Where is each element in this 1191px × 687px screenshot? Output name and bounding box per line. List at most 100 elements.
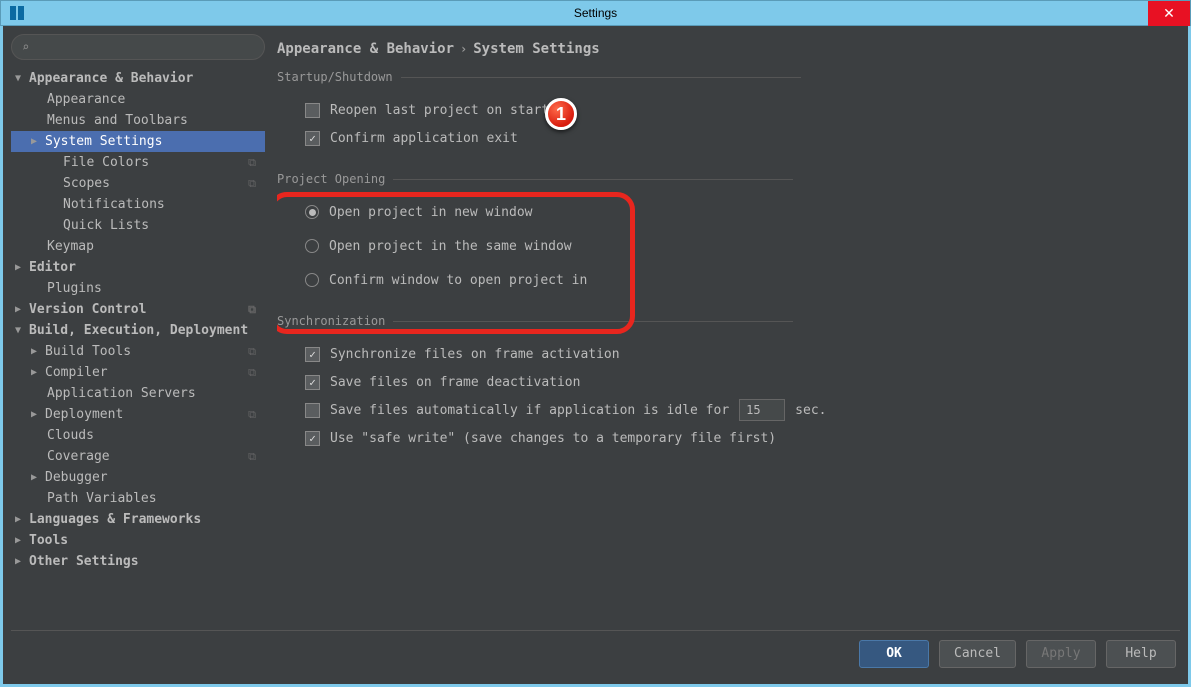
tree-item-label: Scopes bbox=[63, 176, 110, 191]
tree-item[interactable]: Quick Lists bbox=[11, 215, 265, 236]
ok-button[interactable]: OK bbox=[859, 640, 929, 668]
tree-item[interactable]: ▶Compiler⧉ bbox=[11, 362, 265, 383]
group-title-sync: Synchronization bbox=[277, 314, 1180, 328]
sidebar: ⌕ ▼Appearance & BehaviorAppearanceMenus … bbox=[11, 34, 265, 630]
tree-item-label: Appearance & Behavior bbox=[29, 71, 193, 86]
tree-item[interactable]: ▶Build Tools ⧉ bbox=[11, 341, 265, 362]
tree-item-label: Languages & Frameworks bbox=[29, 512, 201, 527]
tree-item[interactable]: Coverage ⧉ bbox=[11, 446, 265, 467]
project-scope-icon: ⧉ bbox=[245, 366, 259, 380]
tree-item-label: Other Settings bbox=[29, 554, 139, 569]
checkbox-label-post: sec. bbox=[795, 403, 826, 418]
tree-item-label: Coverage bbox=[47, 449, 110, 464]
group-title-project-opening: Project Opening bbox=[277, 172, 1180, 186]
breadcrumb-part: Appearance & Behavior bbox=[277, 41, 454, 57]
project-scope-icon: ⧉ bbox=[245, 303, 259, 317]
tree-arrow-icon: ▶ bbox=[31, 472, 45, 483]
checkbox-label: Synchronize files on frame activation bbox=[330, 347, 620, 362]
tree-item-label: Application Servers bbox=[47, 386, 196, 401]
tree-item-label: Deployment bbox=[45, 407, 123, 422]
tree-item-label: Quick Lists bbox=[63, 218, 149, 233]
tree-item[interactable]: Appearance bbox=[11, 89, 265, 110]
tree-item-label: Compiler bbox=[45, 365, 108, 380]
radio-label: Open project in the same window bbox=[329, 239, 572, 254]
checkbox-save-auto-idle[interactable] bbox=[305, 403, 320, 418]
breadcrumb-part: System Settings bbox=[473, 41, 599, 57]
window-title: Settings bbox=[574, 6, 617, 20]
apply-button[interactable]: Apply bbox=[1026, 640, 1096, 668]
project-scope-icon: ⧉ bbox=[245, 408, 259, 422]
group-title-startup: Startup/Shutdown bbox=[277, 70, 1180, 84]
radio-label: Confirm window to open project in bbox=[329, 273, 587, 288]
tree-item-label: Build Tools bbox=[45, 344, 131, 359]
tree-item-label: Path Variables bbox=[47, 491, 157, 506]
radio-label: Open project in new window bbox=[329, 205, 533, 220]
tree-item[interactable]: File Colors ⧉ bbox=[11, 152, 265, 173]
help-button[interactable]: Help bbox=[1106, 640, 1176, 668]
idle-seconds-input[interactable] bbox=[739, 399, 785, 421]
search-icon: ⌕ bbox=[22, 40, 29, 54]
project-scope-icon: ⧉ bbox=[245, 450, 259, 464]
tree-arrow-icon: ▼ bbox=[15, 325, 29, 336]
close-button[interactable]: ✕ bbox=[1148, 1, 1190, 26]
tree-item[interactable]: ▼Build, Execution, Deployment bbox=[11, 320, 265, 341]
tree-arrow-icon: ▶ bbox=[31, 346, 45, 357]
dialog-footer: OK Cancel Apply Help bbox=[11, 630, 1180, 676]
tree-item[interactable]: ▶Debugger bbox=[11, 467, 265, 488]
content-pane: Appearance & Behavior › System Settings … bbox=[277, 34, 1180, 630]
tree-arrow-icon: ▶ bbox=[31, 136, 45, 147]
app-logo-icon bbox=[7, 3, 27, 23]
tree-item[interactable]: ▶Languages & Frameworks bbox=[11, 509, 265, 530]
radio-open-new-window[interactable] bbox=[305, 205, 319, 219]
tree-item[interactable]: ▶Editor bbox=[11, 257, 265, 278]
breadcrumb: Appearance & Behavior › System Settings bbox=[277, 34, 1180, 64]
tree-item-label: Tools bbox=[29, 533, 68, 548]
checkbox-confirm-exit[interactable] bbox=[305, 131, 320, 146]
project-scope-icon: ⧉ bbox=[245, 156, 259, 170]
search-input[interactable] bbox=[35, 40, 254, 54]
tree-item-label: Debugger bbox=[45, 470, 108, 485]
search-field-wrap[interactable]: ⌕ bbox=[11, 34, 265, 60]
project-scope-icon: ⧉ bbox=[245, 177, 259, 191]
radio-confirm-window[interactable] bbox=[305, 273, 319, 287]
project-scope-icon: ⧉ bbox=[245, 345, 259, 359]
tree-item-label: Build, Execution, Deployment bbox=[29, 323, 248, 338]
tree-item[interactable]: Plugins bbox=[11, 278, 265, 299]
tree-arrow-icon: ▶ bbox=[15, 304, 29, 315]
tree-item[interactable]: ▶Deployment ⧉ bbox=[11, 404, 265, 425]
tree-item[interactable]: ▶Version Control ⧉ bbox=[11, 299, 265, 320]
tree-arrow-icon: ▶ bbox=[15, 262, 29, 273]
tree-item[interactable]: Path Variables bbox=[11, 488, 265, 509]
checkbox-sync-files[interactable] bbox=[305, 347, 320, 362]
tree-item[interactable]: ▼Appearance & Behavior bbox=[11, 68, 265, 89]
tree-item[interactable]: Application Servers bbox=[11, 383, 265, 404]
tree-item-label: Editor bbox=[29, 260, 76, 275]
tree-item[interactable]: ▶Other Settings bbox=[11, 551, 265, 572]
tree-arrow-icon: ▶ bbox=[15, 514, 29, 525]
checkbox-label: Save files automatically if application … bbox=[330, 403, 729, 418]
tree-item-label: Plugins bbox=[47, 281, 102, 296]
tree-item-label: Keymap bbox=[47, 239, 94, 254]
checkbox-reopen-last-project[interactable] bbox=[305, 103, 320, 118]
tree-item[interactable]: Menus and Toolbars bbox=[11, 110, 265, 131]
tree-item[interactable]: Keymap bbox=[11, 236, 265, 257]
tree-item-label: Menus and Toolbars bbox=[47, 113, 188, 128]
settings-tree: ▼Appearance & BehaviorAppearanceMenus an… bbox=[11, 68, 265, 630]
checkbox-label: Confirm application exit bbox=[330, 131, 518, 146]
tree-item[interactable]: ▶System Settings bbox=[11, 131, 265, 152]
tree-item-label: File Colors bbox=[63, 155, 149, 170]
checkbox-safe-write[interactable] bbox=[305, 431, 320, 446]
cancel-button[interactable]: Cancel bbox=[939, 640, 1016, 668]
tree-item[interactable]: Scopes ⧉ bbox=[11, 173, 265, 194]
tree-item-label: Version Control bbox=[29, 302, 146, 317]
tree-item-label: System Settings bbox=[45, 134, 162, 149]
radio-open-same-window[interactable] bbox=[305, 239, 319, 253]
tree-item[interactable]: Notifications bbox=[11, 194, 265, 215]
checkbox-save-on-deactivation[interactable] bbox=[305, 375, 320, 390]
tree-arrow-icon: ▶ bbox=[31, 409, 45, 420]
close-icon: ✕ bbox=[1163, 5, 1175, 22]
tree-item[interactable]: Clouds bbox=[11, 425, 265, 446]
checkbox-label: Reopen last project on startup bbox=[330, 103, 565, 118]
tree-item-label: Clouds bbox=[47, 428, 94, 443]
tree-item[interactable]: ▶Tools bbox=[11, 530, 265, 551]
